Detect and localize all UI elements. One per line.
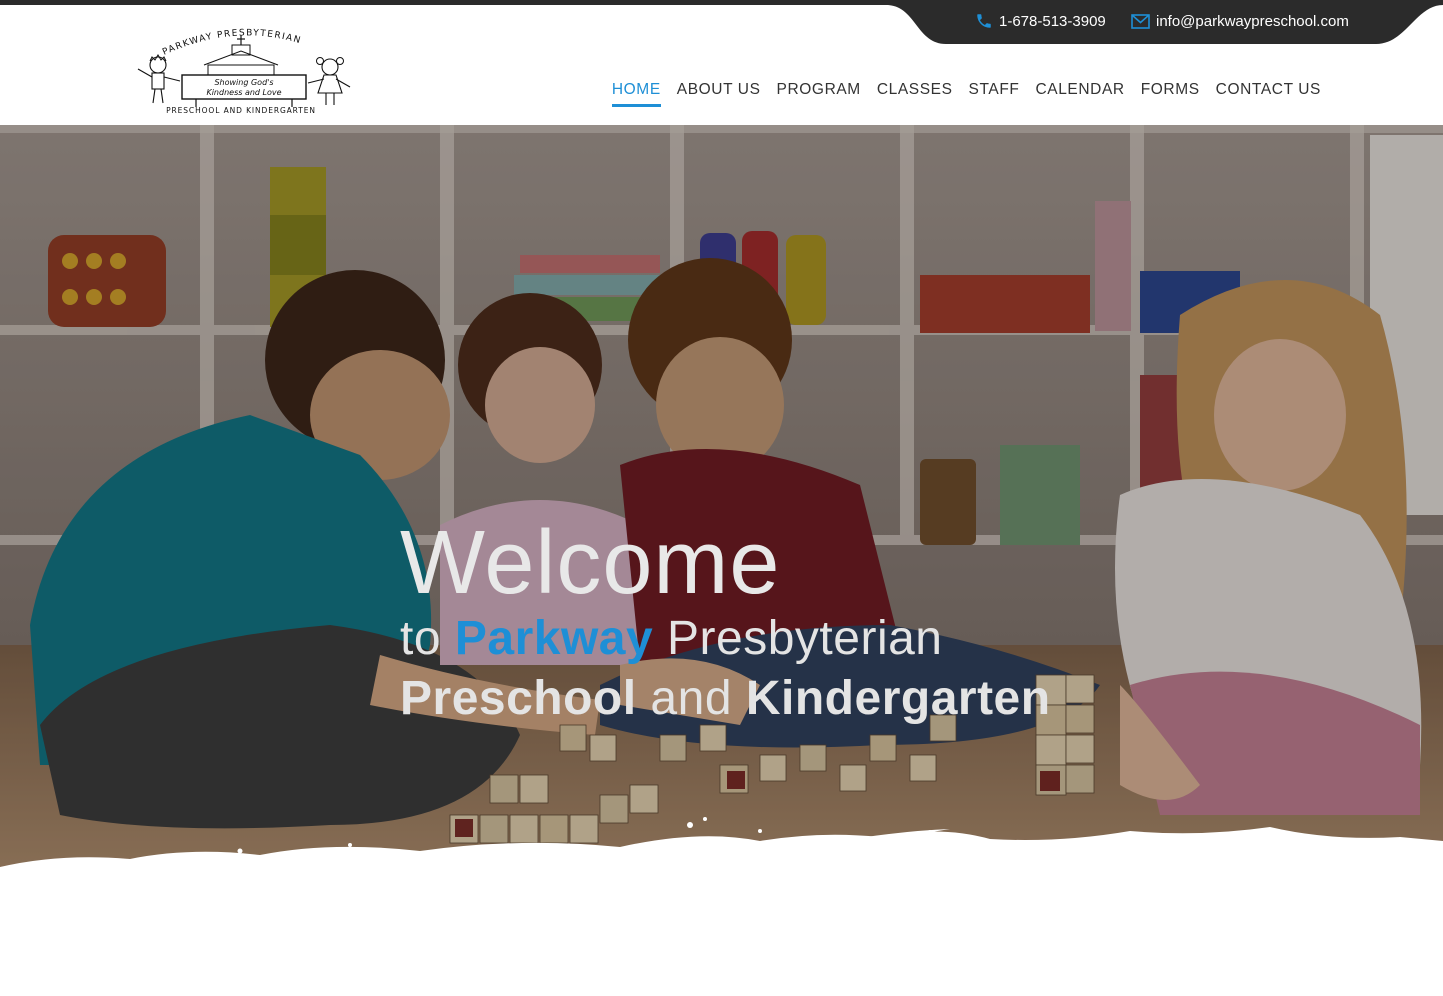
main-navigation: HOME ABOUT US PROGRAM CLASSES STAFF CALE… <box>604 80 1329 107</box>
logo-sign-line-2: Kindness and Love <box>206 88 281 97</box>
nav-about-us[interactable]: ABOUT US <box>669 80 769 106</box>
nav-classes[interactable]: CLASSES <box>869 80 961 106</box>
welcome-subtitle-line-2: Preschool and Kindergarten <box>400 669 1051 729</box>
nav-program[interactable]: PROGRAM <box>769 80 869 106</box>
welcome-and: and <box>650 672 733 725</box>
nav-contact-us[interactable]: CONTACT US <box>1208 80 1329 106</box>
nav-calendar[interactable]: CALENDAR <box>1027 80 1132 106</box>
site-logo[interactable]: PARKWAY PRESBYTERIAN Showing God's Kindn… <box>124 21 358 117</box>
welcome-to: to <box>400 612 442 665</box>
welcome-preschool: Preschool <box>400 672 637 725</box>
hero-photo-children-playing-blocks <box>0 125 1443 885</box>
logo-sign-line-1: Showing God's <box>214 78 273 87</box>
nav-staff[interactable]: STAFF <box>961 80 1028 106</box>
welcome-title: Welcome <box>400 513 781 613</box>
logo-graphic: PARKWAY PRESBYTERIAN Showing God's Kindn… <box>137 28 351 115</box>
hero-banner: Welcome to Parkway Presbyterian Preschoo… <box>0 125 1443 885</box>
welcome-presbyterian: Presbyterian <box>667 612 943 665</box>
welcome-kindergarten: Kindergarten <box>745 672 1051 725</box>
logo-bottom-text: PRESCHOOL AND KINDERGARTEN <box>166 106 316 115</box>
welcome-parkway: Parkway <box>454 612 654 665</box>
nav-forms[interactable]: FORMS <box>1133 80 1208 106</box>
site-header: PARKWAY PRESBYTERIAN Showing God's Kindn… <box>0 5 1443 125</box>
nav-home[interactable]: HOME <box>604 80 669 107</box>
welcome-subtitle-line-1: to Parkway Presbyterian <box>400 609 1051 669</box>
welcome-heading: Welcome to Parkway Presbyterian Preschoo… <box>400 515 1051 729</box>
